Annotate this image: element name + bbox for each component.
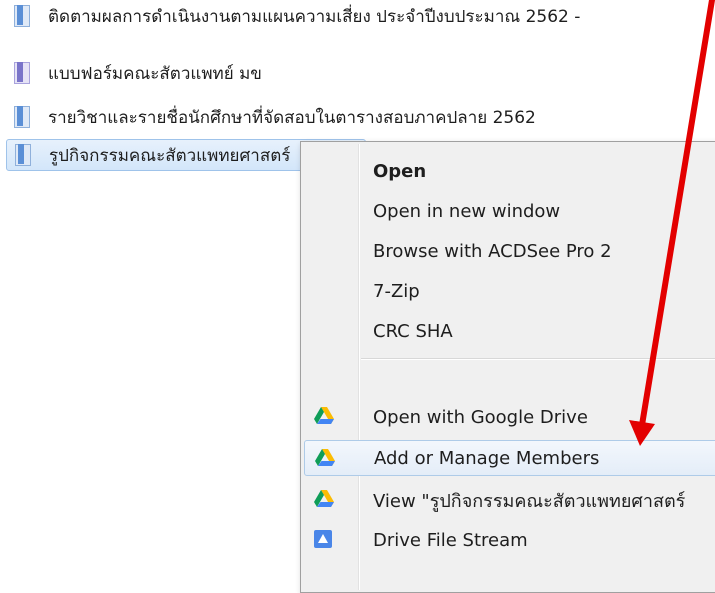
drive-file-stream-icon [314, 530, 334, 550]
menu-item-label: Open in new window [373, 200, 561, 222]
menu-item-label: CRC SHA [373, 320, 453, 342]
menu-item-label: Add or Manage Members [374, 447, 600, 469]
google-drive-icon [314, 490, 334, 510]
folder-name: รายวิชาและรายชื่อนักศึกษาที่จัดสอบในตารา… [48, 107, 536, 128]
folder-item[interactable]: ติดตามผลการดำเนินงานตามแผนความเสี่ยง ประ… [6, 0, 580, 32]
menu-separator [361, 358, 715, 360]
google-drive-icon [314, 407, 334, 427]
menu-item-label: View "รูปกิจกรรมคณะสัตวแพทยศาสตร์ [373, 490, 686, 512]
menu-item-label: Drive File Stream [373, 529, 528, 551]
menu-item-7zip[interactable]: 7-Zip [304, 273, 715, 309]
folder-name: แบบฟอร์มคณะสัตวแพทย์ มข [48, 63, 262, 84]
menu-item-crc-sha[interactable]: CRC SHA [304, 313, 715, 349]
folder-item[interactable]: แบบฟอร์มคณะสัตวแพทย์ มข [6, 57, 262, 89]
menu-item-add-manage-members[interactable]: Add or Manage Members [304, 440, 715, 476]
google-drive-icon [315, 449, 335, 469]
menu-item-open-new-window[interactable]: Open in new window [304, 193, 715, 229]
folder-ribbon-icon [14, 106, 32, 128]
menu-item-label: Open with Google Drive [373, 406, 588, 428]
folder-ribbon-icon [15, 144, 33, 166]
context-menu: Open Open in new window Browse with ACDS… [300, 141, 715, 593]
menu-item-label: 7-Zip [373, 280, 420, 302]
menu-item-browse-acdsee[interactable]: Browse with ACDSee Pro 2 [304, 233, 715, 269]
menu-item-view[interactable]: View "รูปกิจกรรมคณะสัตวแพทยศาสตร์ [304, 482, 715, 518]
menu-item-open[interactable]: Open [304, 153, 715, 189]
menu-item-label: Open [373, 160, 427, 182]
menu-item-label: Browse with ACDSee Pro 2 [373, 240, 612, 262]
folder-name: ติดตามผลการดำเนินงานตามแผนความเสี่ยง ประ… [48, 6, 581, 27]
folder-ribbon-icon [14, 62, 32, 84]
folder-name: รูปกิจกรรมคณะสัตวแพทยศาสตร์ [49, 145, 291, 166]
menu-item-drive-file-stream[interactable]: Drive File Stream [304, 522, 715, 558]
menu-item-open-google-drive[interactable]: Open with Google Drive [304, 399, 715, 435]
folder-ribbon-icon [14, 5, 32, 27]
folder-item[interactable]: รายวิชาและรายชื่อนักศึกษาที่จัดสอบในตารา… [6, 101, 536, 133]
